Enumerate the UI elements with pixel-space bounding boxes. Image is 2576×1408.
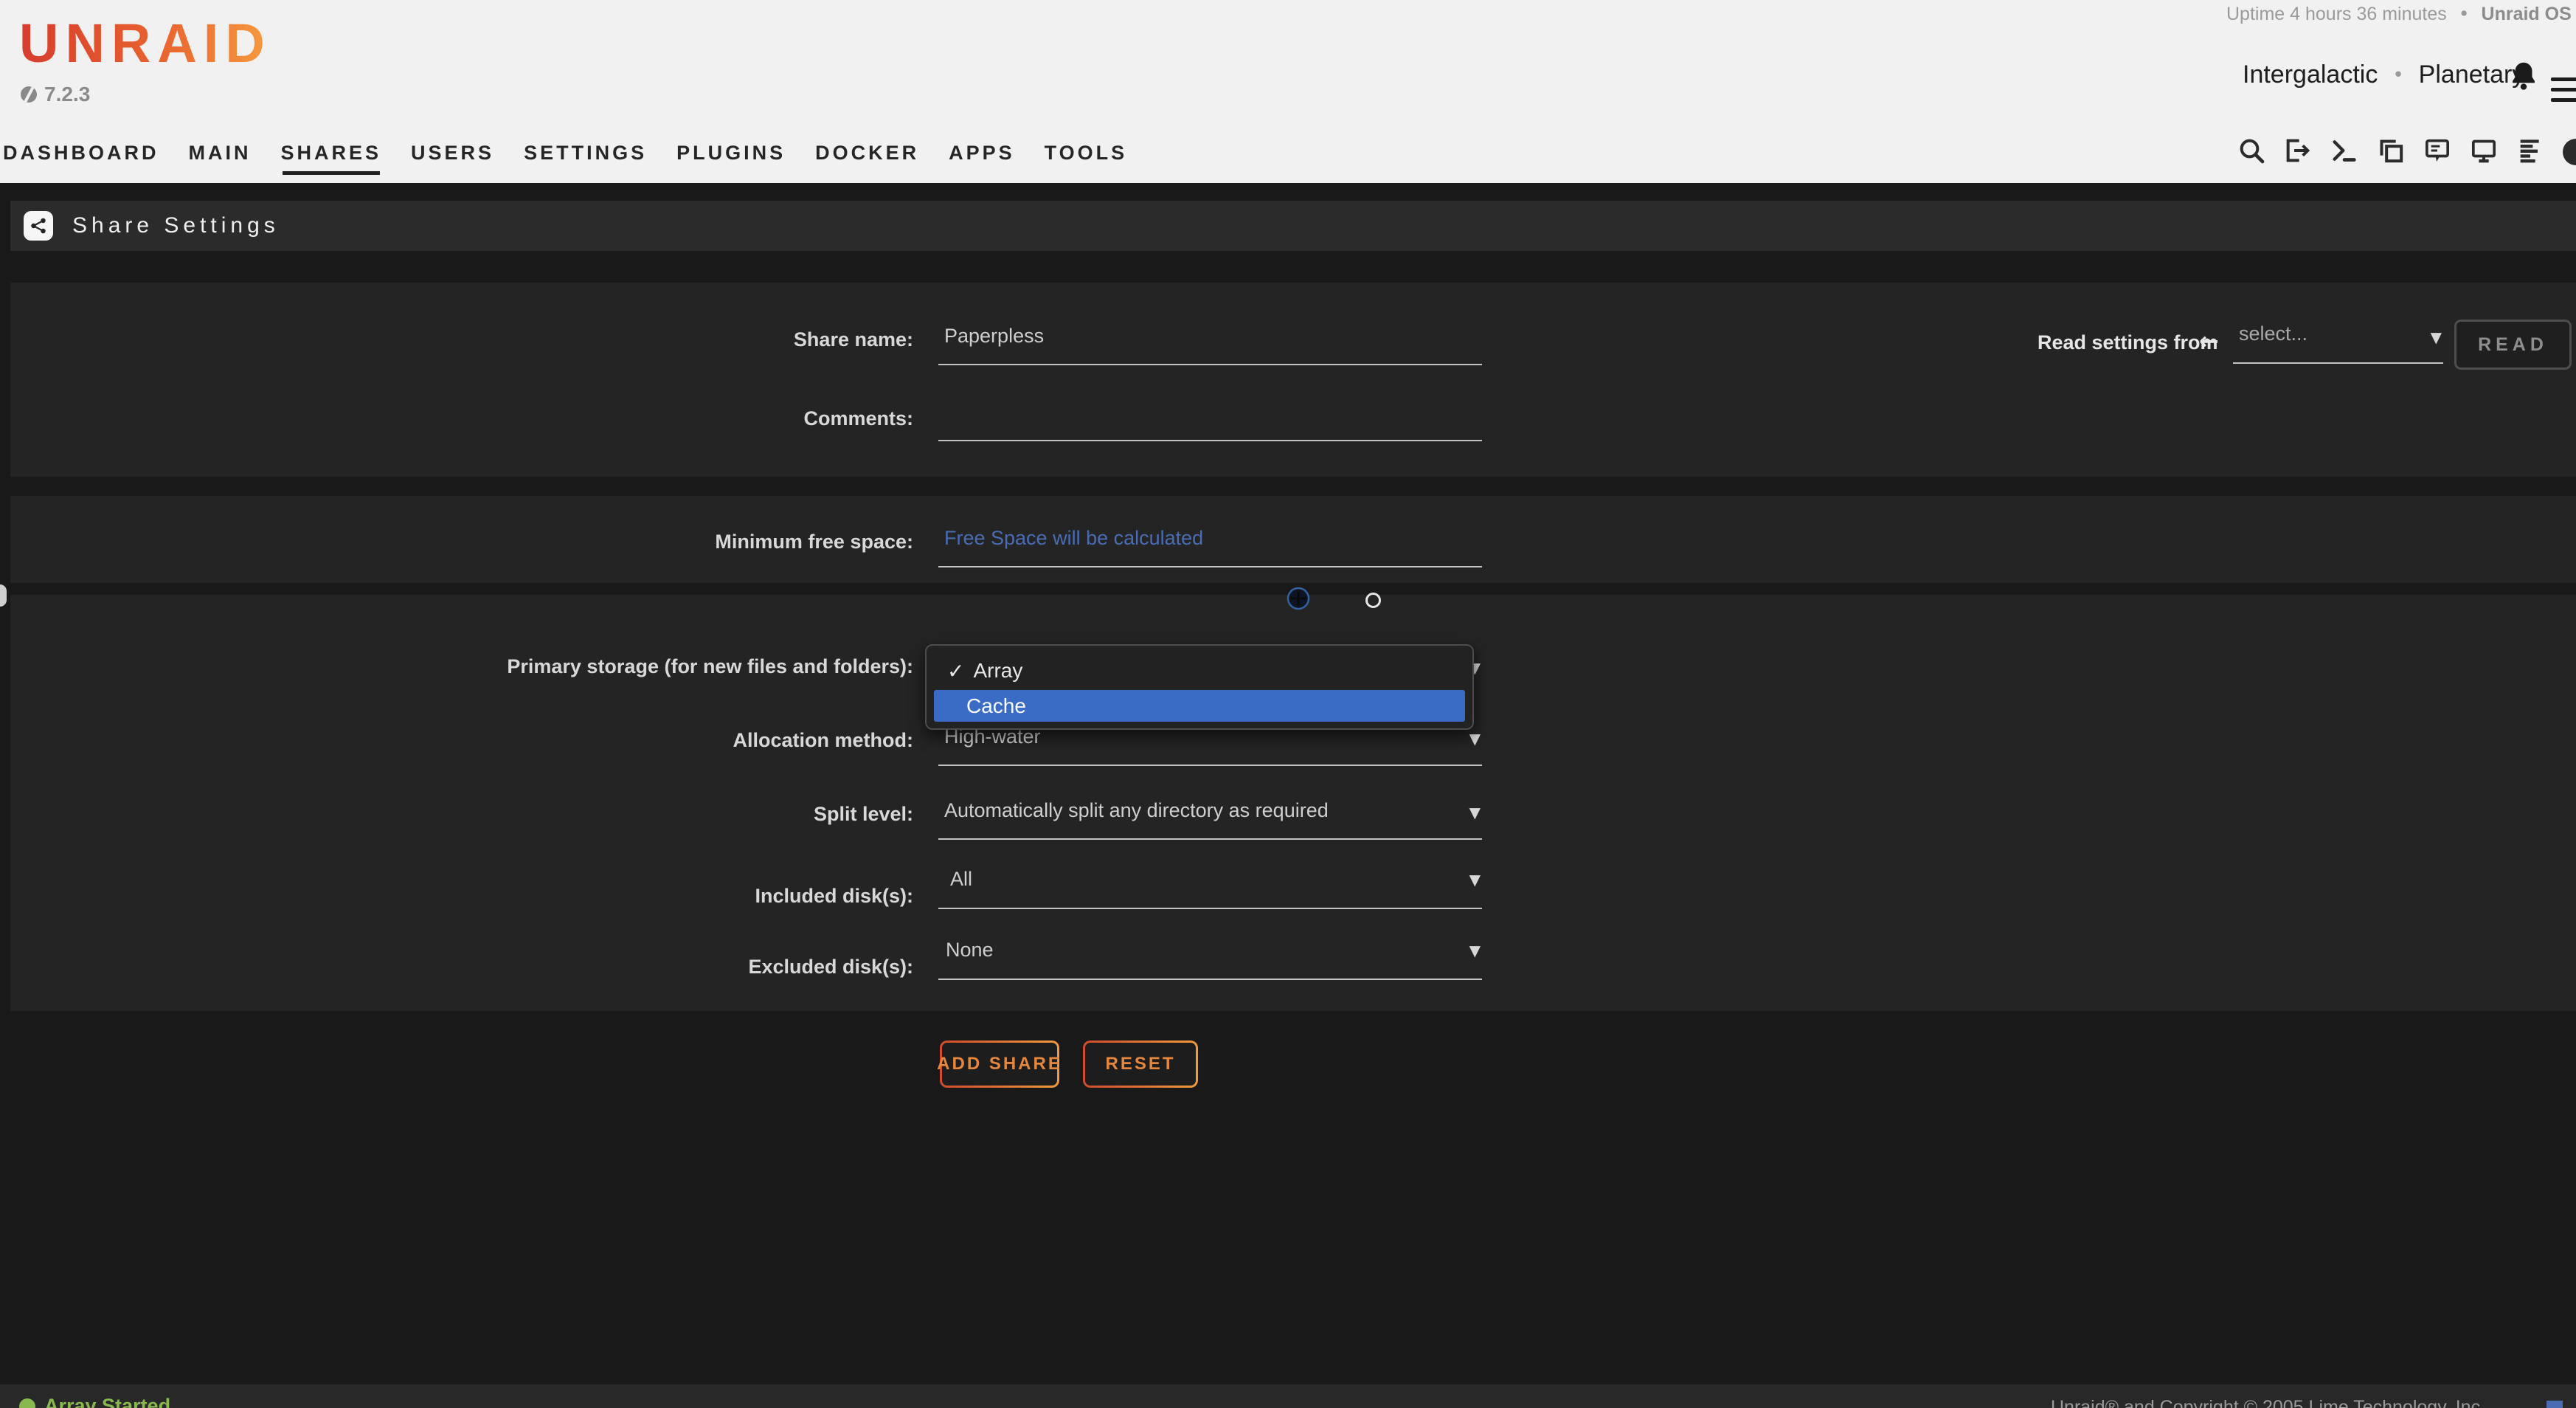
version-text: 7.2.3 bbox=[44, 83, 90, 106]
search-icon[interactable] bbox=[2237, 136, 2266, 165]
read-settings-value: select... bbox=[2239, 322, 2307, 345]
tab-main[interactable]: MAIN bbox=[189, 142, 252, 165]
arrow-left-icon: ← bbox=[2199, 327, 2219, 355]
page-titlebar: Share Settings bbox=[10, 201, 2576, 251]
os-name: Unraid OS bbox=[2482, 4, 2572, 24]
chevron-down-icon: ▼ bbox=[1469, 942, 1481, 959]
log-icon[interactable] bbox=[2516, 136, 2545, 165]
logo-text: UNRAID bbox=[19, 16, 271, 71]
menu-hamburger-icon[interactable] bbox=[2551, 71, 2576, 108]
allocation-select[interactable]: High-water ▼ bbox=[938, 725, 1482, 766]
read-settings-select[interactable]: select... ▼ bbox=[2233, 322, 2443, 364]
notifications-bell-icon[interactable] bbox=[2507, 59, 2541, 93]
separator-dot: • bbox=[2459, 3, 2470, 24]
excluded-disks-label: Excluded disk(s): bbox=[748, 956, 913, 979]
share-settings-icon bbox=[24, 211, 53, 241]
option-label: Array bbox=[973, 659, 1022, 683]
tab-settings[interactable]: SETTINGS bbox=[524, 142, 647, 165]
array-status-text: Array Started bbox=[44, 1395, 170, 1408]
chevron-down-icon: ▼ bbox=[1469, 804, 1481, 821]
split-level-select[interactable]: Automatically split any directory as req… bbox=[938, 799, 1482, 840]
uptime-row: Uptime 4 hours 36 minutes • Unraid OS St… bbox=[2226, 3, 2576, 25]
tab-apps[interactable]: APPS bbox=[949, 142, 1015, 165]
option-label: Cache bbox=[966, 694, 1026, 718]
tab-tools[interactable]: TOOLS bbox=[1045, 142, 1128, 165]
dropdown-option-cache[interactable]: Cache bbox=[934, 690, 1465, 722]
included-disks-label: Included disk(s): bbox=[755, 885, 913, 908]
reset-button[interactable]: RESET bbox=[1083, 1041, 1198, 1088]
allocation-label: Allocation method: bbox=[733, 729, 914, 752]
terminal-icon[interactable] bbox=[2330, 136, 2359, 165]
read-button[interactable]: READ bbox=[2454, 320, 2572, 370]
primary-storage-label: Primary storage (for new files and folde… bbox=[507, 655, 913, 678]
side-drawer-handle[interactable] bbox=[0, 584, 7, 607]
share-name-input[interactable]: Paperpless bbox=[938, 325, 1482, 365]
page-title: Share Settings bbox=[72, 213, 280, 238]
unraid-app: Uptime 4 hours 36 minutes • Unraid OS St… bbox=[0, 0, 2576, 1408]
add-share-label: ADD SHARE bbox=[942, 1043, 1057, 1086]
reset-label: RESET bbox=[1085, 1043, 1196, 1086]
os-edition-label: Unraid OS Star bbox=[2482, 4, 2576, 25]
dropdown-option-array[interactable]: ✓ Array bbox=[927, 655, 1022, 687]
primary-storage-dropdown: ✓ Array Cache bbox=[925, 644, 1474, 730]
split-level-label: Split level: bbox=[814, 803, 913, 826]
logout-icon[interactable] bbox=[2283, 136, 2313, 165]
server-name[interactable]: Intergalactic bbox=[2243, 61, 2378, 89]
version-status-icon bbox=[21, 86, 37, 103]
header-toolbar bbox=[2237, 136, 2545, 165]
excluded-disks-select[interactable]: None ▼ bbox=[938, 939, 1482, 980]
excluded-disks-value: None bbox=[946, 939, 994, 962]
tab-docker[interactable]: DOCKER bbox=[815, 142, 919, 165]
status-orb-icon bbox=[19, 1398, 35, 1408]
split-level-value: Automatically split any directory as req… bbox=[944, 799, 1329, 822]
tab-users[interactable]: USERS bbox=[411, 142, 494, 165]
read-settings-label: Read settings from bbox=[2037, 331, 2218, 354]
feedback-icon[interactable] bbox=[2423, 136, 2452, 165]
tab-plugins[interactable]: PLUGINS bbox=[676, 142, 786, 165]
min-free-input[interactable]: Free Space will be calculated bbox=[938, 527, 1482, 567]
tab-dashboard[interactable]: DASHBOARD bbox=[3, 142, 159, 165]
monitor-icon[interactable] bbox=[2469, 136, 2499, 165]
version-row: 7.2.3 bbox=[21, 83, 90, 106]
theme-toggle-icon[interactable] bbox=[2563, 139, 2576, 165]
comments-input[interactable] bbox=[938, 404, 1482, 441]
panel-name-comments bbox=[10, 283, 2576, 477]
move-cursor-icon bbox=[1287, 587, 1310, 610]
array-status[interactable]: Array Started bbox=[19, 1395, 170, 1408]
included-disks-select[interactable]: All ▼ bbox=[938, 868, 1482, 909]
share-name-value: Paperpless bbox=[944, 325, 1044, 348]
main-nav: DASHBOARD MAIN SHARES USERS SETTINGS PLU… bbox=[3, 142, 1127, 165]
copy-icon[interactable] bbox=[2376, 136, 2406, 165]
check-icon: ✓ bbox=[947, 659, 964, 683]
min-free-label: Minimum free space: bbox=[715, 531, 913, 553]
share-name-label: Share name: bbox=[794, 328, 913, 351]
included-disks-value: All bbox=[950, 868, 972, 891]
circle-cursor-icon bbox=[1365, 593, 1381, 608]
copyright-text: Unraid® and Copyright © 2005 Lime Techno… bbox=[2051, 1397, 2485, 1408]
uptime-text: Uptime 4 hours 36 minutes bbox=[2226, 4, 2447, 25]
footer-link-icon[interactable] bbox=[2546, 1401, 2563, 1408]
top-header: Uptime 4 hours 36 minutes • Unraid OS St… bbox=[0, 0, 2576, 183]
comments-label: Comments: bbox=[803, 407, 913, 430]
spacer bbox=[0, 183, 2576, 201]
chevron-down-icon: ▼ bbox=[2431, 328, 2442, 346]
unraid-logo[interactable]: UNRAID bbox=[19, 16, 271, 71]
server-row: Intergalactic • Planetary bbox=[2243, 61, 2524, 89]
chevron-down-icon: ▼ bbox=[1469, 730, 1481, 748]
min-free-placeholder: Free Space will be calculated bbox=[944, 527, 1203, 550]
tab-shares[interactable]: SHARES bbox=[281, 142, 382, 165]
separator-dot: • bbox=[2392, 64, 2403, 86]
add-share-button[interactable]: ADD SHARE bbox=[940, 1041, 1059, 1088]
chevron-down-icon: ▼ bbox=[1469, 871, 1481, 888]
